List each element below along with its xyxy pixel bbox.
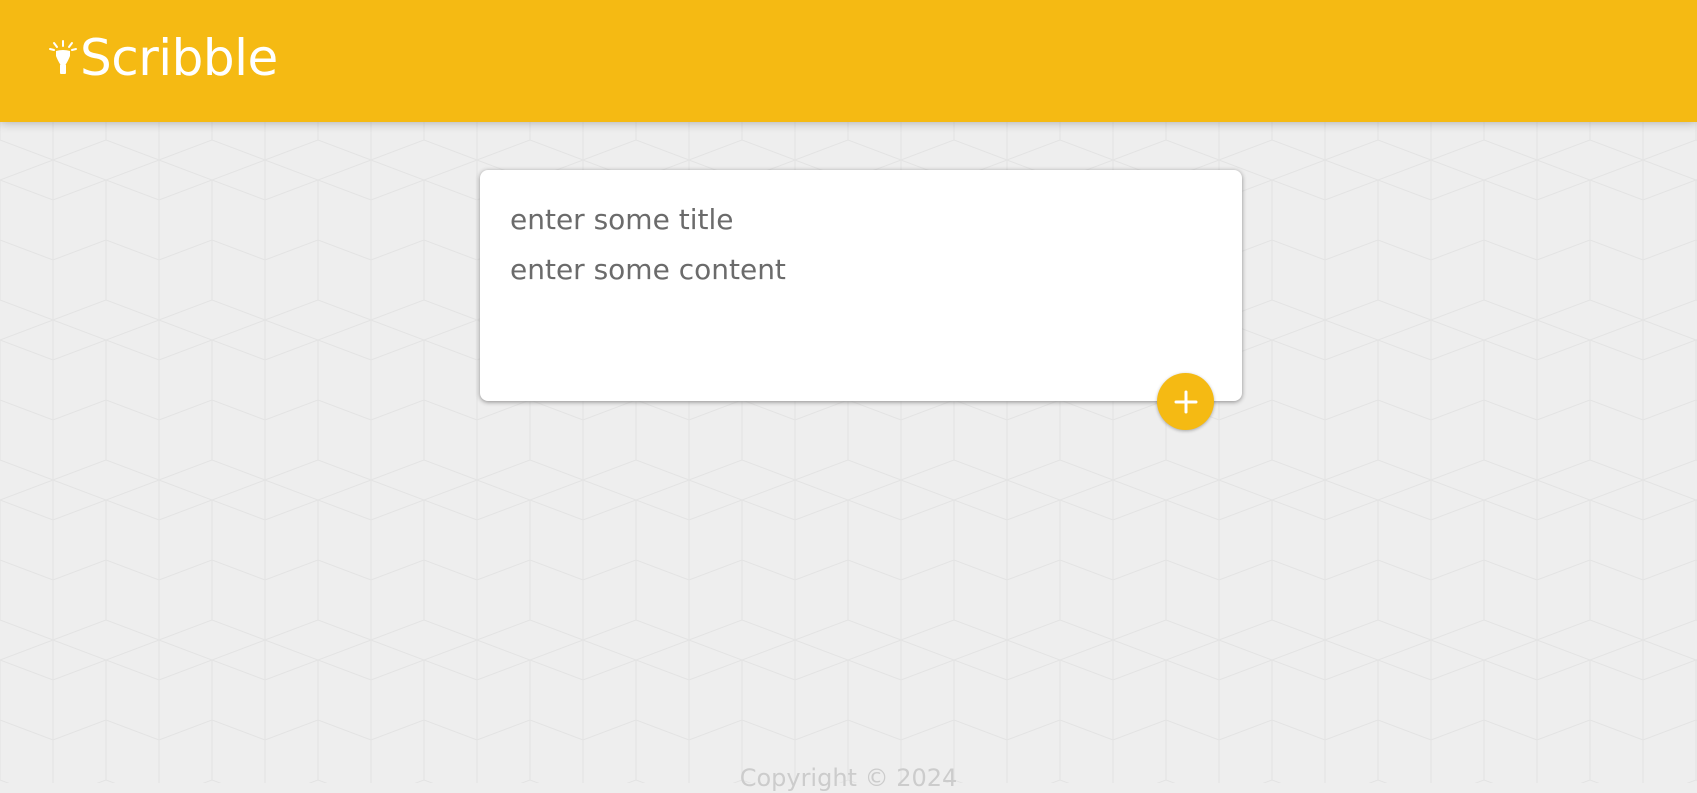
- plus-icon: [1174, 390, 1197, 413]
- create-note-form: [480, 170, 1242, 401]
- note-title-input[interactable]: [510, 200, 1210, 240]
- page-footer: Copyright © 2024: [0, 763, 1697, 793]
- logo-text: Scribble: [80, 29, 278, 87]
- lightbulb-icon: [49, 40, 77, 74]
- app-header: Scribble: [0, 0, 1697, 122]
- copyright-text: Copyright © 2024: [739, 764, 958, 792]
- note-content-input[interactable]: [510, 250, 1210, 370]
- app-logo[interactable]: Scribble: [48, 28, 278, 88]
- add-note-button[interactable]: [1157, 373, 1214, 430]
